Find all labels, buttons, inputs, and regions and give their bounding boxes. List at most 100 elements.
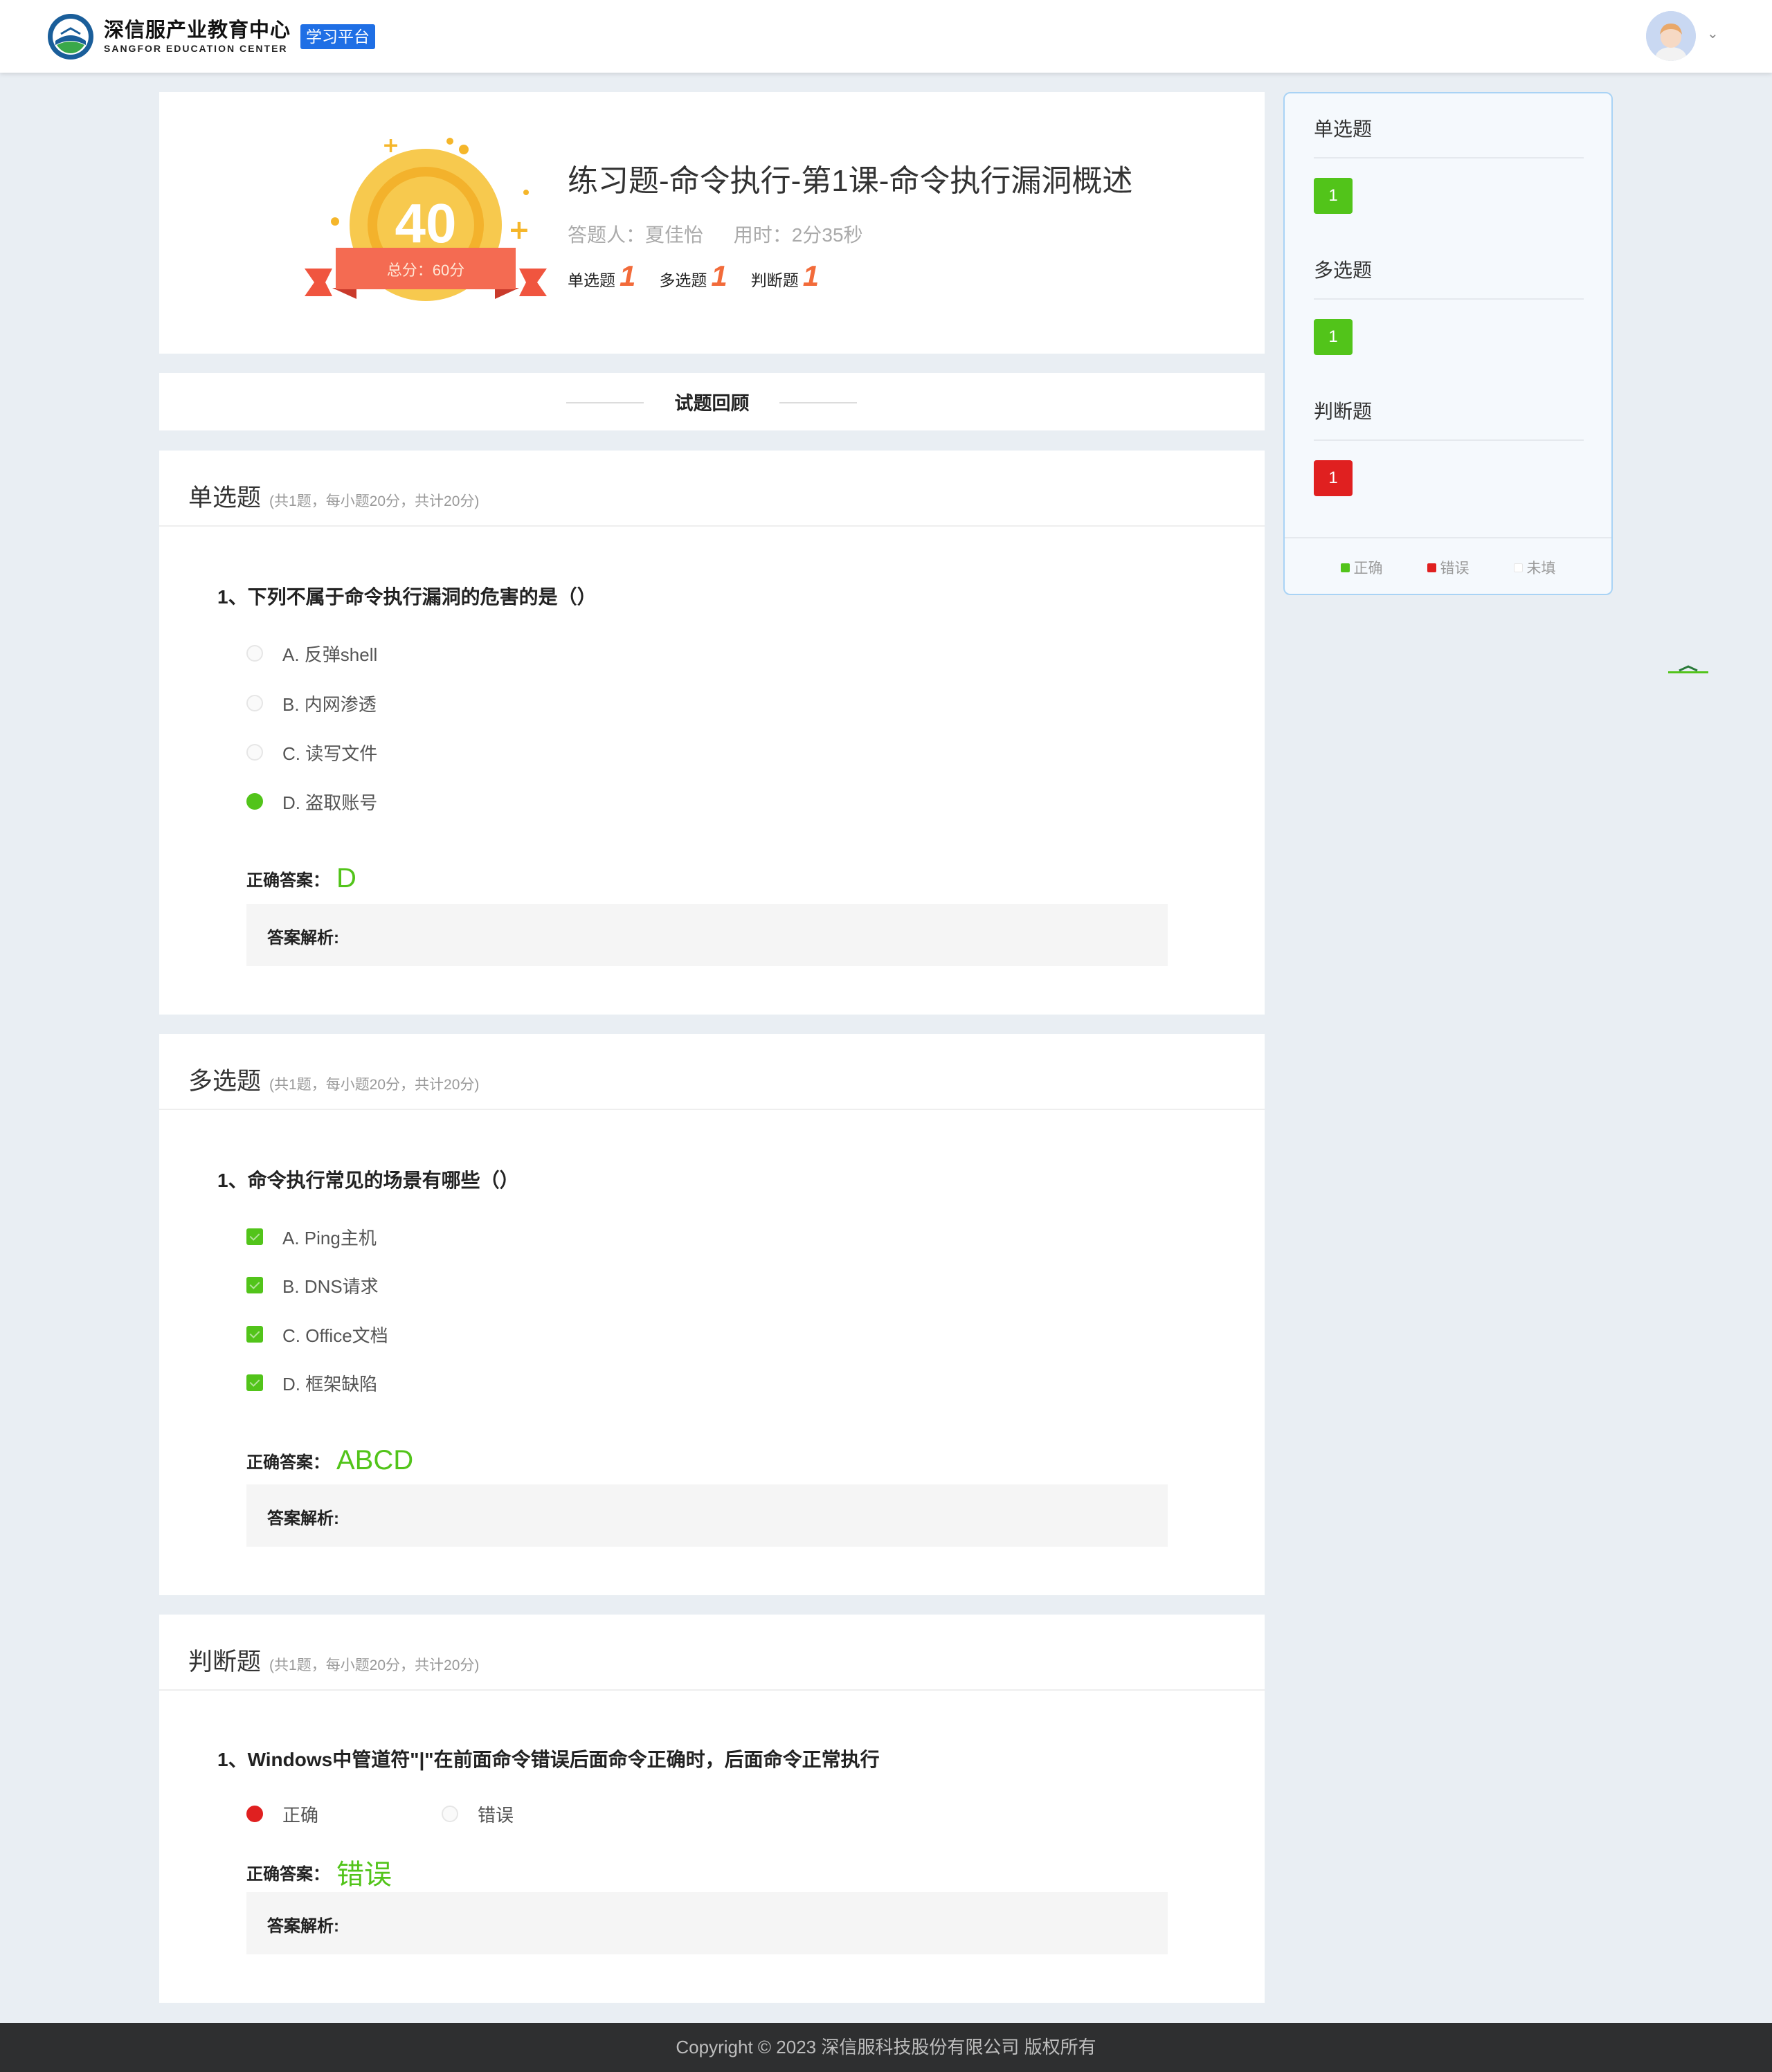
count-value: 1: [802, 260, 820, 292]
option-label: A. Ping主机: [282, 1227, 377, 1248]
analysis-label: 答案解析:: [267, 929, 339, 947]
section-title: 多选题 (共1题，每小题20分，共计20分): [188, 1068, 480, 1095]
answerer-name: 答题人：夏佳怡: [568, 224, 704, 246]
answer-analysis: 答案解析:: [246, 1892, 1168, 1954]
option-d[interactable]: D. 盗取账号: [246, 788, 377, 815]
review-title: 试题回顾: [674, 393, 750, 414]
count-multiple: 多选题 1: [659, 262, 727, 291]
section-note: (共1题，每小题20分，共计20分): [269, 1077, 480, 1093]
time-used: 用时：2分35秒: [733, 224, 863, 246]
unanswered-dot-icon: [1513, 563, 1523, 572]
question-text: 1、下列不属于命令执行漏洞的危害的是（）: [217, 586, 597, 608]
option-b[interactable]: B. 内网渗透: [246, 689, 377, 717]
exam-title: 练习题-命令执行-第1课-命令执行漏洞概述: [568, 164, 1133, 198]
correct-dot-icon: [1340, 563, 1350, 572]
checkbox-checked-icon[interactable]: [246, 1326, 263, 1343]
page-footer: Copyright © 2023 深信服科技股份有限公司 版权所有: [0, 2023, 1772, 2072]
option-label: 错误: [478, 1804, 514, 1826]
question-nav-multiple-1[interactable]: 1: [1314, 319, 1353, 355]
option-a[interactable]: A. Ping主机: [246, 1223, 377, 1251]
option-b[interactable]: B. DNS请求: [246, 1271, 379, 1299]
radio-checked-icon[interactable]: [246, 1806, 263, 1822]
option-label: B. 内网渗透: [282, 693, 377, 715]
top-header: 深信服产业教育中心 SANGFOR EDUCATION CENTER 学习平台 …: [0, 0, 1772, 73]
answer-value: ABCD: [336, 1445, 414, 1475]
answer-value: 错误: [336, 1860, 392, 1890]
question-nav-judge-1[interactable]: 1: [1314, 460, 1353, 496]
divider: [1314, 157, 1584, 158]
radio-unchecked-icon[interactable]: [442, 1806, 458, 1822]
radio-checked-icon[interactable]: [246, 793, 263, 810]
svg-text:+: +: [508, 215, 530, 245]
user-avatar-icon: [1646, 11, 1696, 61]
analysis-label: 答案解析:: [267, 1917, 339, 1936]
section-header: 单选题 (共1题，每小题20分，共计20分): [159, 451, 1265, 527]
radio-unchecked-icon[interactable]: [246, 645, 263, 662]
answer-value: D: [336, 863, 356, 893]
option-label: D. 盗取账号: [282, 792, 378, 813]
brand-logo[interactable]: 深信服产业教育中心 SANGFOR EDUCATION CENTER 学习平台: [47, 12, 376, 61]
option-a[interactable]: A. 反弹shell: [246, 639, 377, 667]
single-choice-section: 单选题 (共1题，每小题20分，共计20分) 1、下列不属于命令执行漏洞的危害的是…: [159, 451, 1265, 1015]
correct-answer: 正确答案： 错误: [246, 1852, 392, 1892]
radio-unchecked-icon[interactable]: [246, 695, 263, 711]
legend-correct: 正确: [1340, 557, 1383, 578]
svg-text:+: +: [382, 134, 399, 158]
answer-label: 正确答案：: [246, 1453, 329, 1472]
checkbox-checked-icon[interactable]: [246, 1374, 263, 1391]
multiple-choice-section: 多选题 (共1题，每小题20分，共计20分) 1、命令执行常见的场景有哪些（） A…: [159, 1034, 1265, 1595]
option-true[interactable]: 正确: [246, 1800, 318, 1828]
section-title: 判断题 (共1题，每小题20分，共计20分): [188, 1648, 480, 1675]
sidebar-group-multiple: 多选题: [1314, 260, 1373, 281]
logo-english-name: SANGFOR EDUCATION CENTER: [104, 43, 288, 54]
chevron-down-icon[interactable]: ⌄: [1707, 26, 1722, 42]
section-note: (共1题，每小题20分，共计20分): [269, 1657, 480, 1673]
option-c[interactable]: C. Office文档: [246, 1320, 388, 1348]
checkbox-checked-icon[interactable]: [246, 1277, 263, 1293]
question-text: 1、命令执行常见的场景有哪些（）: [217, 1170, 519, 1191]
section-header: 判断题 (共1题，每小题20分，共计20分): [159, 1615, 1265, 1691]
checkbox-checked-icon[interactable]: [246, 1228, 263, 1245]
option-false[interactable]: 错误: [442, 1800, 514, 1828]
answer-card-panel: 单选题 1 多选题 1 判断题 1 正确 错误 未填: [1283, 92, 1613, 595]
option-label: D. 框架缺陷: [282, 1373, 378, 1394]
answer-label: 正确答案：: [246, 1864, 329, 1884]
score-medal-icon: + + 40 总分：60分: [305, 134, 547, 301]
radio-unchecked-icon[interactable]: [246, 744, 263, 761]
correct-answer: 正确答案： D: [246, 863, 356, 894]
correct-answer: 正确答案： ABCD: [246, 1445, 413, 1476]
answer-analysis: 答案解析:: [246, 904, 1168, 966]
divider: [1285, 537, 1611, 538]
divider: [1314, 439, 1584, 441]
wrong-dot-icon: [1427, 563, 1436, 572]
sidebar-group-single: 单选题: [1314, 118, 1373, 140]
divider: [1314, 298, 1584, 300]
count-label: 判断题: [750, 271, 799, 289]
option-label: A. 反弹shell: [282, 644, 378, 665]
option-c[interactable]: C. 读写文件: [246, 738, 377, 766]
count-value: 1: [711, 260, 727, 292]
sangfor-emblem-icon: [48, 14, 93, 60]
exam-meta: 答题人：夏佳怡 用时：2分35秒: [568, 220, 888, 248]
answer-label: 正确答案：: [246, 871, 329, 890]
answer-analysis: 答案解析:: [246, 1484, 1168, 1547]
back-to-top-icon[interactable]: [1668, 664, 1708, 674]
question-nav-single-1[interactable]: 1: [1314, 178, 1353, 214]
count-label: 多选题: [659, 271, 707, 289]
true-false-section: 判断题 (共1题，每小题20分，共计20分) 1、Windows中管道符"|"在前…: [159, 1615, 1265, 2003]
section-header: 多选题 (共1题，每小题20分，共计20分): [159, 1034, 1265, 1110]
question-type-counts: 单选题 1 多选题 1 判断题 1: [568, 262, 842, 291]
option-d[interactable]: D. 框架缺陷: [246, 1369, 377, 1397]
review-header: 试题回顾: [159, 373, 1265, 430]
legend-unanswered: 未填: [1513, 557, 1556, 578]
count-single: 单选题 1: [568, 262, 635, 291]
divider: [779, 402, 857, 403]
section-note: (共1题，每小题20分，共计20分): [269, 493, 480, 509]
user-avatar[interactable]: [1646, 11, 1696, 61]
sidebar-group-judge: 判断题: [1314, 401, 1373, 422]
status-legend: 正确 错误 未填: [1285, 557, 1611, 578]
section-title: 单选题 (共1题，每小题20分，共计20分): [188, 484, 480, 511]
option-label: C. 读写文件: [282, 743, 378, 764]
platform-tag: 学习平台: [300, 24, 376, 49]
option-label: C. Office文档: [282, 1325, 388, 1346]
